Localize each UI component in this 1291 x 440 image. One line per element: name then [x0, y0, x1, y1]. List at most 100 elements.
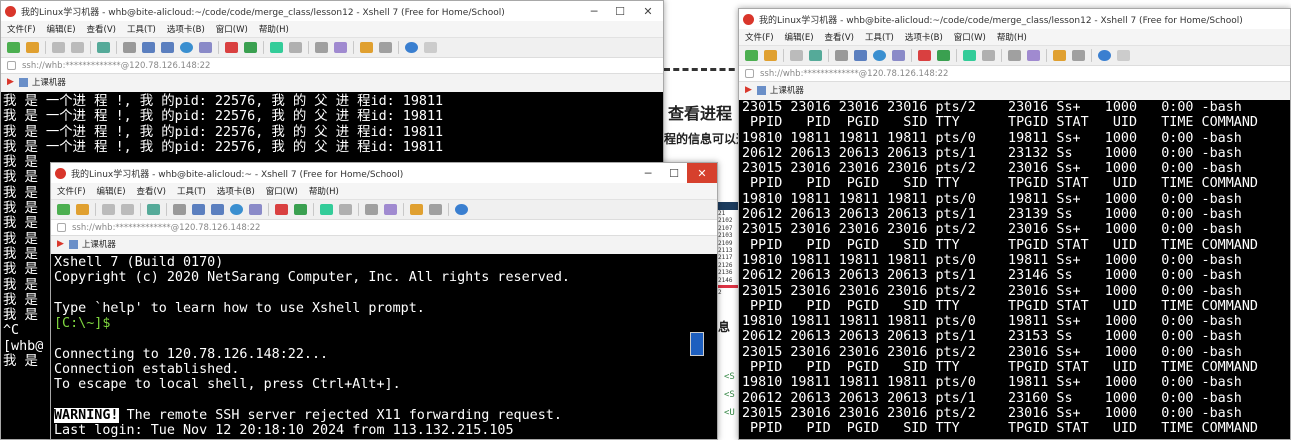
keyboard-icon[interactable] [1008, 50, 1021, 61]
globe-icon[interactable] [230, 204, 243, 215]
menu-edit[interactable]: 编辑(E) [97, 185, 126, 197]
copy-icon[interactable] [854, 50, 867, 61]
link-icon[interactable] [790, 50, 803, 61]
menu-file[interactable]: 文件(F) [745, 31, 774, 43]
fullscreen-icon[interactable] [963, 50, 976, 61]
compose-icon[interactable] [199, 42, 212, 53]
search-icon[interactable] [123, 42, 136, 53]
unlink-icon[interactable] [121, 204, 134, 215]
xftp-icon[interactable] [294, 204, 307, 215]
menu-edit[interactable]: 编辑(E) [47, 23, 76, 35]
properties-icon[interactable] [809, 50, 822, 61]
pin-icon[interactable]: ▶ [7, 77, 14, 87]
terminal[interactable]: Xshell 7 (Build 0170) Copyright (c) 2020… [51, 254, 717, 439]
menu-tabs[interactable]: 选项卡(B) [905, 31, 943, 43]
open-folder-icon[interactable] [26, 42, 39, 53]
script-icon[interactable] [384, 204, 397, 215]
maximize-button[interactable]: ☐ [661, 163, 687, 183]
xshell-icon[interactable] [918, 50, 931, 61]
help-icon[interactable] [455, 204, 468, 215]
xftp-icon[interactable] [937, 50, 950, 61]
minimize-button[interactable]: ─ [581, 1, 607, 21]
lock-icon[interactable] [289, 42, 302, 53]
unlink-icon[interactable] [71, 42, 84, 53]
compose-icon[interactable] [249, 204, 262, 215]
xshell-icon[interactable] [275, 204, 288, 215]
compose-icon[interactable] [892, 50, 905, 61]
address-bar[interactable]: ssh://whb:*************@120.78.126.148:2… [51, 219, 717, 236]
address-bar[interactable]: ssh://whb:*************@120.78.126.148:2… [739, 65, 1290, 82]
layout-icon[interactable] [1072, 50, 1085, 61]
keyboard-icon[interactable] [315, 42, 328, 53]
new-session-icon[interactable] [7, 42, 20, 53]
script-icon[interactable] [334, 42, 347, 53]
fullscreen-icon[interactable] [320, 204, 333, 215]
menu-view[interactable]: 查看(V) [137, 185, 166, 197]
menu-tools[interactable]: 工具(T) [127, 23, 156, 35]
menu-tabs[interactable]: 选项卡(B) [217, 185, 255, 197]
menu-window[interactable]: 窗口(W) [216, 23, 248, 35]
paste-icon[interactable] [211, 204, 224, 215]
lock-icon[interactable] [982, 50, 995, 61]
close-button[interactable]: ✕ [687, 163, 717, 183]
transfer-icon[interactable] [410, 204, 423, 215]
paste-icon[interactable] [161, 42, 174, 53]
globe-icon[interactable] [873, 50, 886, 61]
properties-icon[interactable] [97, 42, 110, 53]
properties-icon[interactable] [147, 204, 160, 215]
title-bar[interactable]: 我的Linux学习机器 - whb@bite-alicloud:~ - Xshe… [51, 163, 717, 183]
script-icon[interactable] [1027, 50, 1040, 61]
help-icon[interactable] [405, 42, 418, 53]
title-bar[interactable]: 我的Linux学习机器 - whb@bite-alicloud:~/code/c… [1, 1, 663, 21]
more-icon[interactable] [424, 42, 437, 53]
menu-help[interactable]: 帮助(H) [259, 23, 289, 35]
menu-window[interactable]: 窗口(W) [266, 185, 298, 197]
pin-icon[interactable]: ▶ [745, 85, 752, 95]
lock-icon[interactable] [339, 204, 352, 215]
copy-icon[interactable] [142, 42, 155, 53]
layout-icon[interactable] [379, 42, 392, 53]
pin-icon[interactable]: ▶ [57, 239, 64, 249]
copy-icon[interactable] [192, 204, 205, 215]
menu-view[interactable]: 查看(V) [87, 23, 116, 35]
transfer-icon[interactable] [360, 42, 373, 53]
open-folder-icon[interactable] [76, 204, 89, 215]
menu-tabs[interactable]: 选项卡(B) [167, 23, 205, 35]
maximize-button[interactable]: ☐ [607, 1, 633, 21]
menu-tools[interactable]: 工具(T) [177, 185, 206, 197]
terminal[interactable]: 23015 23016 23016 23016 pts/2 23016 Ss+ … [739, 100, 1290, 439]
scroll-indicator-icon[interactable] [690, 332, 704, 356]
layout-icon[interactable] [429, 204, 442, 215]
xshell-window-middle[interactable]: 我的Linux学习机器 - whb@bite-alicloud:~ - Xshe… [50, 162, 718, 440]
transfer-icon[interactable] [1053, 50, 1066, 61]
link-icon[interactable] [102, 204, 115, 215]
menu-file[interactable]: 文件(F) [7, 23, 36, 35]
new-session-icon[interactable] [57, 204, 70, 215]
address-bar[interactable]: ssh://whb:*************@120.78.126.148:2… [1, 57, 663, 74]
minimize-button[interactable]: ─ [635, 163, 661, 183]
open-folder-icon[interactable] [764, 50, 777, 61]
menu-file[interactable]: 文件(F) [57, 185, 86, 197]
xshell-window-right[interactable]: 我的Linux学习机器 - whb@bite-alicloud:~/code/c… [738, 8, 1291, 440]
more-icon[interactable] [1117, 50, 1130, 61]
menu-edit[interactable]: 编辑(E) [785, 31, 814, 43]
link-icon[interactable] [52, 42, 65, 53]
menu-view[interactable]: 查看(V) [825, 31, 854, 43]
menu-window[interactable]: 窗口(W) [954, 31, 986, 43]
new-session-icon[interactable] [745, 50, 758, 61]
fullscreen-icon[interactable] [270, 42, 283, 53]
menu-help[interactable]: 帮助(H) [997, 31, 1027, 43]
help-icon[interactable] [1098, 50, 1111, 61]
tab-session[interactable]: 上课机器 [32, 76, 66, 88]
keyboard-icon[interactable] [365, 204, 378, 215]
close-button[interactable]: ✕ [633, 1, 663, 21]
globe-icon[interactable] [180, 42, 193, 53]
xftp-icon[interactable] [244, 42, 257, 53]
title-bar[interactable]: 我的Linux学习机器 - whb@bite-alicloud:~/code/c… [739, 9, 1290, 29]
search-icon[interactable] [173, 204, 186, 215]
tab-session[interactable]: 上课机器 [82, 238, 116, 250]
menu-tools[interactable]: 工具(T) [865, 31, 894, 43]
search-icon[interactable] [835, 50, 848, 61]
xshell-icon[interactable] [225, 42, 238, 53]
tab-session[interactable]: 上课机器 [770, 84, 804, 96]
